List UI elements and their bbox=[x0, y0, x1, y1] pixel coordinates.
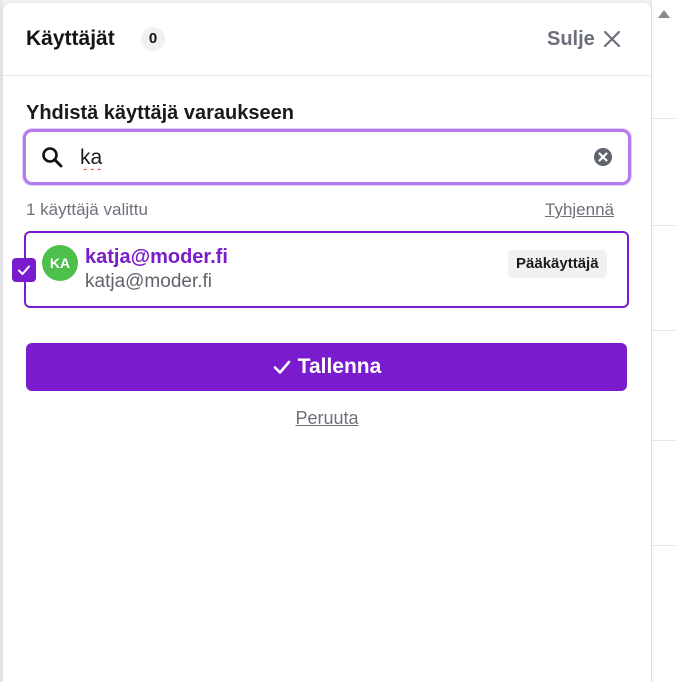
divider bbox=[652, 118, 676, 119]
user-search-box[interactable] bbox=[23, 129, 631, 185]
search-icon bbox=[41, 146, 63, 173]
divider bbox=[652, 330, 676, 331]
clear-search-icon[interactable] bbox=[593, 147, 613, 172]
search-input[interactable] bbox=[78, 140, 582, 176]
selected-count: 1 käyttäjä valittu bbox=[26, 200, 148, 219]
save-button[interactable]: Tallenna bbox=[26, 343, 627, 391]
close-icon bbox=[603, 30, 621, 48]
check-icon bbox=[18, 265, 30, 275]
avatar: KA bbox=[42, 245, 78, 281]
save-label: Tallenna bbox=[297, 355, 382, 378]
close-label: Sulje bbox=[547, 27, 595, 50]
close-button[interactable]: Sulje bbox=[547, 25, 621, 53]
user-select-checkbox[interactable] bbox=[12, 258, 36, 282]
panel-header: Käyttäjät 0 Sulje bbox=[3, 3, 651, 76]
cancel-link[interactable]: Peruuta bbox=[295, 408, 358, 428]
check-icon bbox=[273, 360, 290, 374]
scroll-up-arrow-icon[interactable] bbox=[658, 10, 670, 18]
user-result-item[interactable]: KA katja@moder.fi katja@moder.fi Pääkäyt… bbox=[24, 231, 629, 308]
clear-selection-link[interactable]: Tyhjennä bbox=[545, 200, 614, 220]
user-name: katja@moder.fi bbox=[85, 246, 228, 268]
panel-title: Käyttäjät bbox=[26, 27, 115, 50]
role-badge: Pääkäyttäjä bbox=[508, 250, 607, 278]
divider bbox=[652, 440, 676, 441]
divider bbox=[652, 545, 676, 546]
user-email: katja@moder.fi bbox=[85, 271, 213, 292]
user-count-badge: 0 bbox=[141, 27, 165, 51]
divider bbox=[652, 225, 676, 226]
background-page bbox=[651, 0, 676, 682]
users-panel: Käyttäjät 0 Sulje Yhdistä käyttäjä varau… bbox=[3, 3, 651, 682]
cancel-row: Peruuta bbox=[3, 408, 651, 429]
link-user-heading: Yhdistä käyttäjä varaukseen bbox=[26, 102, 294, 124]
